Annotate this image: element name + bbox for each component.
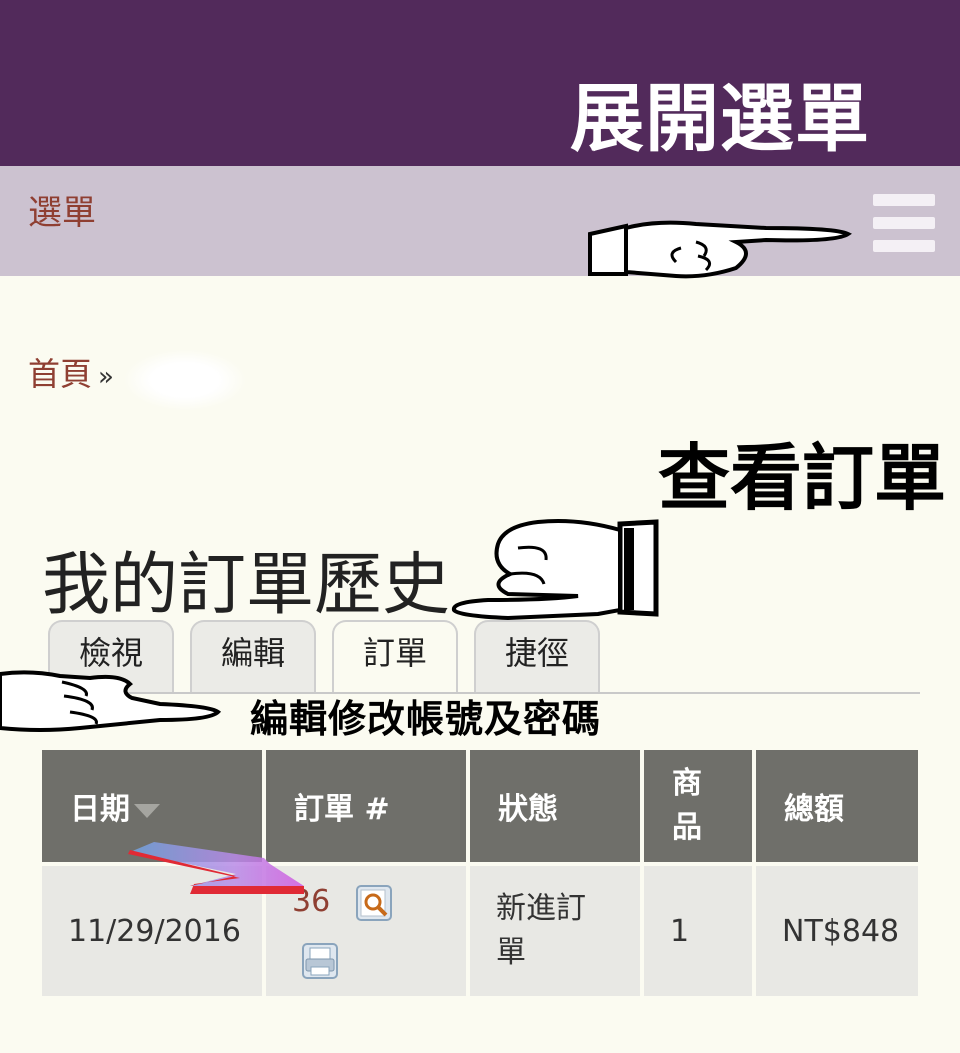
pointing-hand-left-icon — [451, 519, 659, 621]
tab-orders[interactable]: 訂單 — [332, 620, 458, 692]
annotation-arrow-icon — [128, 842, 304, 894]
sort-descending-icon[interactable] — [134, 803, 160, 818]
order-item-count: 1 — [642, 864, 756, 996]
column-header-status[interactable]: 狀態 — [468, 750, 644, 866]
breadcrumb-separator: » — [98, 362, 114, 392]
pointing-hand-right-icon — [588, 220, 852, 279]
page-title: 我的訂單歷史 — [42, 545, 451, 625]
order-status: 新進訂單 — [468, 864, 644, 996]
order-status-text: 新進訂單 — [496, 891, 586, 970]
redacted-breadcrumb-item — [125, 350, 245, 410]
column-header-items[interactable]: 商品 — [642, 750, 756, 866]
edit-account-annotation: 編輯修改帳號及密碼 — [250, 697, 602, 741]
breadcrumb-home-link[interactable]: 首頁 — [28, 355, 92, 393]
tab-shortcuts[interactable]: 捷徑 — [474, 620, 600, 692]
pointing-hand-right-icon — [0, 670, 222, 732]
column-header-items-label: 商品 — [672, 766, 702, 845]
order-total: NT$848 — [754, 864, 918, 996]
view-orders-annotation: 查看訂單 — [658, 436, 947, 520]
breadcrumb: 首頁» — [28, 358, 114, 390]
column-header-date-label: 日期 — [70, 792, 130, 827]
column-header-total[interactable]: 總額 — [754, 750, 918, 866]
view-order-magnifier-icon[interactable] — [354, 883, 394, 923]
hamburger-menu-button[interactable] — [873, 194, 935, 252]
print-invoice-icon[interactable] — [300, 941, 340, 981]
expand-menu-annotation: 展開選單 — [570, 76, 870, 162]
menu-label[interactable]: 選單 — [28, 196, 96, 230]
